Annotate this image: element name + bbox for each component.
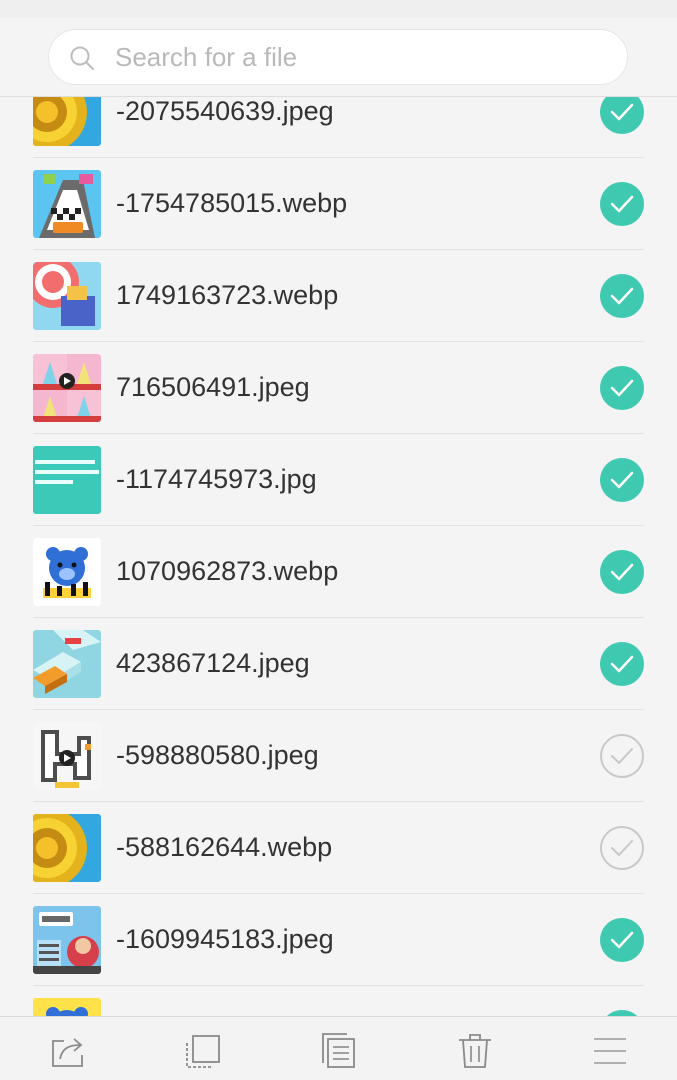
checkbox-checked[interactable]	[600, 458, 644, 502]
list-item[interactable]: 1749163723.webp	[33, 250, 644, 342]
checkbox-unchecked[interactable]	[600, 826, 644, 870]
checkbox-checked[interactable]	[600, 274, 644, 318]
list-item[interactable]: -1609945183.jpeg	[33, 894, 644, 986]
status-strip	[0, 0, 677, 19]
checkmark-icon	[610, 287, 634, 305]
checkmark-icon	[610, 195, 634, 213]
thumbnail-image	[33, 722, 101, 790]
file-name: 1749163723.webp	[116, 280, 339, 310]
list-item[interactable]: 423867124.jpeg	[33, 618, 644, 710]
checkbox-checked[interactable]	[600, 550, 644, 594]
trash-icon[interactable]	[457, 1033, 493, 1069]
bottom-toolbar	[0, 1016, 677, 1080]
file-list: -2075540639.jpeg -1754785015.webp 174916…	[0, 66, 677, 1016]
thumbnail-image	[33, 446, 101, 514]
thumbnail-image	[33, 262, 101, 330]
checkbox-checked[interactable]	[600, 366, 644, 410]
thumbnail-image	[33, 170, 101, 238]
checkmark-icon	[610, 379, 634, 397]
thumbnail-image	[33, 814, 101, 882]
checkbox-checked[interactable]	[600, 918, 644, 962]
select-icon[interactable]	[185, 1033, 221, 1069]
file-name: -588162644.webp	[116, 832, 333, 862]
file-name: 716506491.jpeg	[116, 372, 310, 402]
list-item[interactable]: 716506491.jpeg	[33, 342, 644, 434]
checkbox-checked[interactable]	[600, 642, 644, 686]
checkmark-icon	[610, 563, 634, 581]
checkbox-unchecked[interactable]	[600, 734, 644, 778]
search-box[interactable]	[48, 29, 628, 85]
thumbnail-image	[33, 630, 101, 698]
search-input[interactable]	[115, 30, 595, 84]
share-icon[interactable]	[50, 1033, 86, 1069]
thumbnail-image	[33, 354, 101, 422]
file-name: -1754785015.webp	[116, 188, 348, 218]
thumbnail-image	[33, 998, 101, 1016]
list-item[interactable]: -598880580.jpeg	[33, 710, 644, 802]
checkmark-icon	[610, 471, 634, 489]
checkbox-checked[interactable]	[600, 182, 644, 226]
copy-icon[interactable]	[321, 1033, 357, 1069]
list-item[interactable]: -1754785015.webp	[33, 158, 644, 250]
file-name: 423867124.jpeg	[116, 648, 310, 678]
checkmark-icon	[611, 840, 633, 856]
search-bar	[0, 18, 677, 97]
file-name: -1609945183.jpeg	[116, 924, 334, 954]
menu-icon[interactable]	[592, 1033, 628, 1069]
thumbnail-image	[33, 906, 101, 974]
checkmark-icon	[610, 655, 634, 673]
checkmark-icon	[611, 748, 633, 764]
thumbnail-image	[33, 538, 101, 606]
file-name: -1174745973.jpg	[116, 464, 317, 494]
list-item[interactable]: -1174745973.jpg	[33, 434, 644, 526]
checkmark-icon	[610, 931, 634, 949]
file-picker-screen: -2075540639.jpeg -1754785015.webp	[0, 0, 677, 1080]
list-item[interactable]: 1070962873.webp	[33, 526, 644, 618]
list-item[interactable]: -588162644.webp	[33, 802, 644, 894]
file-name: -598880580.jpeg	[116, 740, 319, 770]
file-name: 1070962873.webp	[116, 556, 339, 586]
list-item[interactable]	[33, 986, 644, 1016]
search-icon	[70, 46, 94, 70]
